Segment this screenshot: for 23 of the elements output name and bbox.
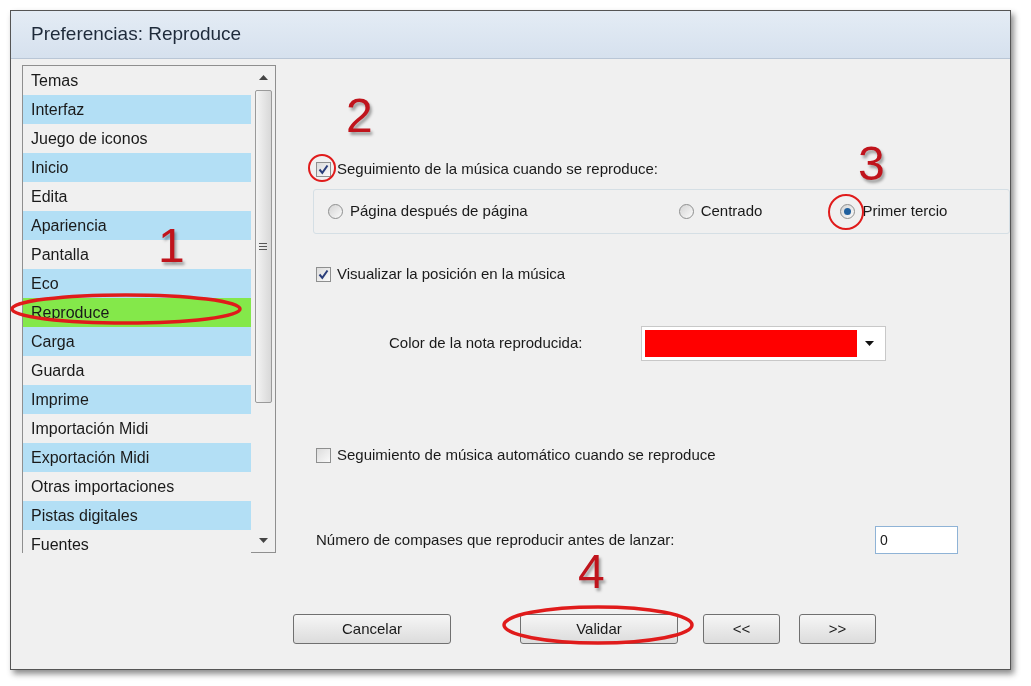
list-item[interactable]: Carga: [23, 327, 251, 356]
window-title: Preferencias: Reproduce: [31, 22, 242, 47]
radio-label: Centrado: [700, 201, 763, 222]
number-field[interactable]: 0: [875, 526, 958, 554]
dialog-button[interactable]: Cancelar: [293, 614, 451, 644]
dialog-button[interactable]: <<: [703, 614, 780, 644]
list-item[interactable]: Exportación Midi: [23, 443, 251, 472]
list-item[interactable]: Inicio: [23, 153, 251, 182]
radio-label: Página después de página: [350, 201, 528, 222]
checkbox-label: Seguimiento de la música cuando se reproduce:: [337, 158, 659, 179]
annotation-number: 3: [858, 140, 885, 188]
list-item[interactable]: Eco: [23, 269, 251, 298]
annotation-number: 2: [346, 92, 373, 140]
dialog-button[interactable]: >>: [799, 614, 876, 644]
annotation-number: 4: [578, 548, 605, 596]
checkbox-label: Visualizar la posición en la música: [337, 263, 566, 284]
list-item[interactable]: Interfaz: [23, 95, 251, 124]
radio-label: Primer tercio: [862, 201, 948, 222]
list-item[interactable]: Pistas digitales: [23, 501, 251, 530]
field-label: Color de la nota reproducida:: [389, 333, 584, 354]
field-label: Número de compases que reproducir antes de lanzar:: [316, 529, 676, 550]
checkbox-label: Seguimiento de música automático cuando se reproduce: [337, 444, 716, 465]
list-item[interactable]: Imprime: [23, 385, 251, 414]
